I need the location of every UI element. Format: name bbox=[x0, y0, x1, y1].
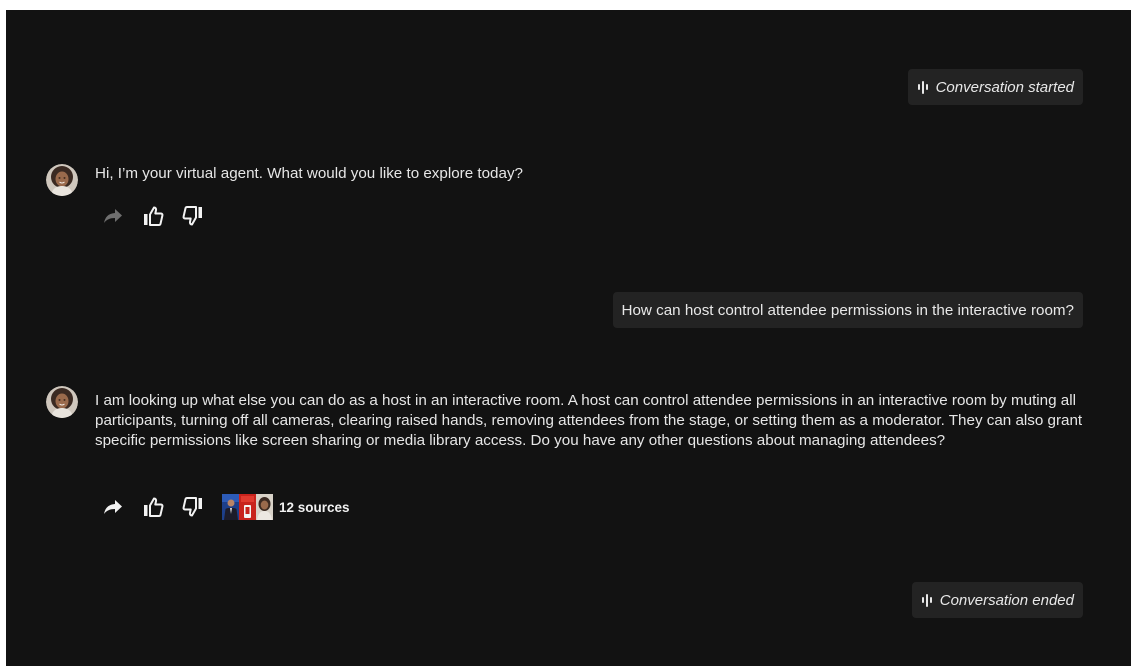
conversation-ended-badge: Conversation ended bbox=[911, 582, 1083, 618]
thumbs-down-icon bbox=[182, 206, 202, 226]
thumbs-up-icon bbox=[144, 206, 164, 226]
conversation-started-badge: Conversation started bbox=[907, 69, 1083, 105]
voice-waveform-icon bbox=[917, 80, 928, 94]
source-thumbnail bbox=[222, 494, 239, 520]
agent-avatar bbox=[46, 386, 78, 418]
dislike-button[interactable] bbox=[182, 204, 204, 228]
like-button[interactable] bbox=[142, 204, 164, 228]
conversation-ended-label: Conversation ended bbox=[939, 591, 1074, 609]
share-button[interactable] bbox=[102, 204, 124, 228]
agent-message: Hi, I’m your virtual agent. What would y… bbox=[95, 165, 523, 182]
source-thumbnail bbox=[256, 494, 273, 520]
share-button[interactable] bbox=[102, 495, 124, 519]
chat-panel: Conversation started Hi, I’m your virtua… bbox=[6, 10, 1131, 666]
dislike-button[interactable] bbox=[182, 495, 204, 519]
message-actions bbox=[102, 204, 222, 228]
agent-avatar bbox=[46, 164, 78, 196]
source-thumbnails bbox=[222, 494, 273, 520]
share-arrow-icon bbox=[104, 209, 122, 223]
agent-message: I am looking up what else you can do as … bbox=[95, 392, 1083, 449]
source-thumbnail bbox=[239, 494, 256, 520]
voice-waveform-icon bbox=[921, 593, 932, 607]
share-arrow-icon bbox=[104, 500, 122, 514]
thumbs-down-icon bbox=[182, 497, 202, 517]
like-button[interactable] bbox=[142, 495, 164, 519]
sources-button[interactable]: 12 sources bbox=[222, 494, 350, 520]
thumbs-up-icon bbox=[144, 497, 164, 517]
sources-label: 12 sources bbox=[279, 499, 350, 515]
message-actions: 12 sources bbox=[102, 494, 350, 520]
user-message: How can host control attendee permission… bbox=[612, 292, 1083, 328]
conversation-started-label: Conversation started bbox=[935, 78, 1074, 96]
